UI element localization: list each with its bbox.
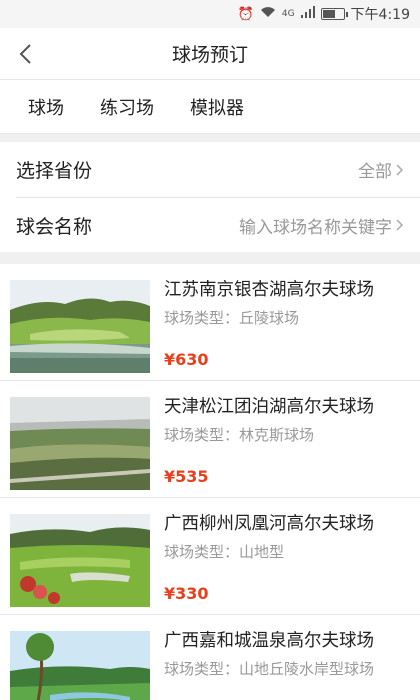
network-type: 4G (281, 9, 295, 19)
course-photo (10, 280, 150, 373)
course-price: ¥535 (164, 467, 209, 486)
club-name-label: 球会名称 (16, 215, 93, 238)
tab-course[interactable]: 球场 (28, 94, 64, 120)
course-type: 球场类型：山地丘陵水岸型球场 (164, 660, 375, 678)
list-item[interactable]: 广西柳州凤凰河高尔夫球场 球场类型：山地型 ¥330 (0, 498, 420, 615)
course-name: 广西嘉和城温泉高尔夫球场 (164, 631, 374, 651)
list-item[interactable]: 江苏南京银杏湖高尔夫球场 球场类型：丘陵球场 ¥630 (0, 264, 420, 381)
back-button[interactable] (12, 40, 40, 68)
course-photo (10, 631, 150, 700)
category-tabs: 球场 练习场 模拟器 (0, 80, 420, 134)
wifi-icon (260, 6, 276, 22)
club-name-search[interactable]: 球会名称 输入球场名称关键字 (16, 197, 420, 252)
filter-panel: 选择省份 全部 球会名称 输入球场名称关键字 (0, 142, 420, 252)
course-name: 广西柳州凤凰河高尔夫球场 (164, 514, 374, 534)
nav-bar: 球场预订 (0, 28, 420, 80)
signal-icon (300, 6, 315, 22)
course-type: 球场类型：山地型 (164, 543, 285, 561)
province-label: 选择省份 (16, 160, 93, 182)
chevron-right-icon (396, 219, 404, 231)
tab-simulator[interactable]: 模拟器 (190, 94, 244, 120)
tab-driving-range[interactable]: 练习场 (100, 94, 154, 120)
course-list: 江苏南京银杏湖高尔夫球场 球场类型：丘陵球场 ¥630 天津松江团泊湖高尔夫球场… (0, 264, 420, 700)
course-price: ¥330 (164, 584, 209, 603)
list-item[interactable]: 广西嘉和城温泉高尔夫球场 球场类型：山地丘陵水岸型球场 (0, 615, 420, 700)
course-type: 球场类型：林克斯球场 (164, 426, 315, 444)
course-name: 天津松江团泊湖高尔夫球场 (164, 397, 374, 417)
course-price: ¥630 (164, 350, 209, 369)
page-title: 球场预订 (171, 44, 248, 66)
alarm-icon: ⏰ (237, 6, 254, 22)
club-name-placeholder: 输入球场名称关键字 (239, 217, 392, 238)
battery-icon (320, 8, 348, 20)
province-selector[interactable]: 选择省份 全部 (0, 142, 420, 197)
province-value: 全部 (358, 162, 392, 182)
status-time: 下午4:19 (350, 7, 410, 23)
course-name: 江苏南京银杏湖高尔夫球场 (164, 280, 374, 300)
list-item[interactable]: 天津松江团泊湖高尔夫球场 球场类型：林克斯球场 ¥535 (0, 381, 420, 498)
back-arrow-icon (19, 44, 31, 64)
chevron-right-icon (396, 163, 404, 176)
course-photo (10, 397, 150, 490)
status-bar: ⏰ 4G 下午4:19 (0, 0, 420, 28)
course-type: 球场类型：丘陵球场 (164, 309, 300, 327)
course-photo (10, 514, 150, 607)
